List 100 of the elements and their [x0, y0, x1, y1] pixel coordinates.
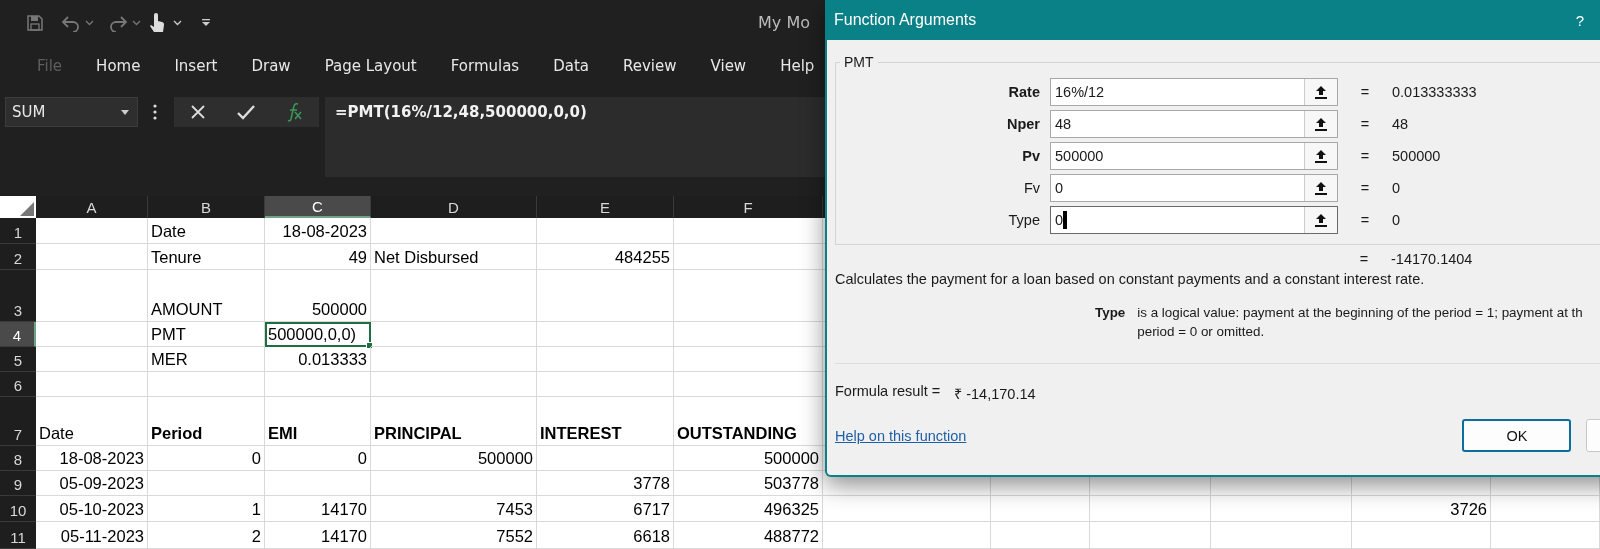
ribbon-tab[interactable]: View	[695, 53, 762, 79]
table-cell[interactable]	[674, 322, 823, 347]
table-cell[interactable]: 05-11-2023	[36, 522, 148, 549]
column-header[interactable]: B	[148, 196, 265, 218]
table-cell[interactable]: 6717	[537, 496, 674, 522]
dialog-button[interactable]: OK	[1462, 419, 1572, 452]
table-cell[interactable]: 484255	[537, 244, 674, 270]
more-icon[interactable]	[153, 104, 157, 120]
table-cell[interactable]: Date	[36, 397, 148, 446]
table-cell[interactable]	[537, 446, 674, 471]
help-button[interactable]: ?	[1575, 11, 1584, 29]
help-link[interactable]: Help on this function	[835, 427, 967, 444]
table-cell[interactable]	[36, 322, 148, 347]
function-icon[interactable]	[285, 102, 304, 122]
table-cell[interactable]	[823, 496, 991, 522]
table-cell[interactable]	[537, 347, 674, 372]
table-cell[interactable]: 500000	[371, 446, 537, 471]
table-cell[interactable]: 7453	[371, 496, 537, 522]
select-all-icon[interactable]	[20, 202, 34, 216]
table-cell[interactable]: 488772	[674, 522, 823, 549]
hand-icon[interactable]	[149, 12, 165, 33]
table-cell[interactable]	[674, 218, 823, 244]
table-cell[interactable]	[1211, 522, 1352, 549]
collapse-button[interactable]	[1304, 79, 1337, 105]
argument-field[interactable]: 500000	[1050, 142, 1338, 170]
table-cell[interactable]	[36, 372, 148, 397]
argument-field[interactable]: 0	[1050, 206, 1338, 234]
ribbon-tab[interactable]: Data	[538, 53, 604, 79]
caret-icon[interactable]	[173, 19, 182, 26]
ribbon-tab[interactable]: Draw	[236, 53, 306, 79]
row-header[interactable]: 1	[0, 218, 36, 244]
table-cell[interactable]: PMT	[148, 322, 265, 347]
ribbon-tab[interactable]: Insert	[159, 53, 233, 79]
table-cell[interactable]	[371, 347, 537, 372]
table-cell[interactable]: AMOUNT	[148, 270, 265, 322]
table-cell[interactable]	[991, 496, 1090, 522]
save-icon[interactable]	[26, 13, 44, 32]
table-cell[interactable]: 05-10-2023	[36, 496, 148, 522]
collapse-button[interactable]	[1304, 175, 1337, 201]
ribbon-tab[interactable]: Formulas	[435, 53, 535, 79]
table-cell[interactable]: 0	[265, 446, 371, 471]
table-cell[interactable]: Net Disbursed	[371, 244, 537, 270]
row-header[interactable]: 11	[0, 522, 36, 549]
table-cell[interactable]	[36, 244, 148, 270]
table-cell[interactable]: 14170	[265, 522, 371, 549]
customize-icon[interactable]	[202, 18, 210, 27]
table-cell[interactable]	[371, 270, 537, 322]
redo-icon[interactable]	[108, 13, 128, 32]
table-cell[interactable]	[265, 372, 371, 397]
table-cell[interactable]: Date	[148, 218, 265, 244]
table-cell[interactable]	[823, 522, 991, 549]
name-box[interactable]: SUM	[5, 97, 138, 127]
row-header[interactable]: 4	[0, 322, 36, 347]
table-cell[interactable]: 2	[148, 522, 265, 549]
check-icon[interactable]	[236, 104, 255, 120]
table-cell[interactable]	[148, 372, 265, 397]
caret-icon[interactable]	[121, 109, 129, 115]
table-cell[interactable]: 05-09-2023	[36, 471, 148, 496]
row-header[interactable]: 10	[0, 496, 36, 522]
table-cell[interactable]	[1491, 496, 1600, 522]
table-cell[interactable]: INTEREST	[537, 397, 674, 446]
table-cell[interactable]	[148, 471, 265, 496]
table-cell[interactable]: 500000	[674, 446, 823, 471]
table-cell[interactable]: 3778	[537, 471, 674, 496]
table-cell[interactable]: 18-08-2023	[36, 446, 148, 471]
table-cell[interactable]	[371, 372, 537, 397]
table-cell[interactable]	[36, 270, 148, 322]
table-cell[interactable]	[537, 270, 674, 322]
table-cell[interactable]: Period	[148, 397, 265, 446]
table-cell[interactable]: 49	[265, 244, 371, 270]
table-cell[interactable]: MER	[148, 347, 265, 372]
row-header[interactable]: 7	[0, 397, 36, 446]
table-cell[interactable]	[1352, 522, 1491, 549]
table-cell[interactable]	[537, 218, 674, 244]
table-cell[interactable]	[36, 347, 148, 372]
table-cell[interactable]: 14170	[265, 496, 371, 522]
table-cell[interactable]: 18-08-2023	[265, 218, 371, 244]
table-cell[interactable]	[1090, 496, 1211, 522]
column-header[interactable]: C	[265, 196, 371, 218]
table-cell[interactable]: 500000	[265, 270, 371, 322]
collapse-button[interactable]	[1304, 143, 1337, 169]
table-cell[interactable]	[265, 471, 371, 496]
table-cell[interactable]	[371, 471, 537, 496]
row-header[interactable]: 9	[0, 471, 36, 496]
column-header[interactable]: A	[36, 196, 148, 218]
table-cell[interactable]: 3726	[1352, 496, 1491, 522]
table-cell[interactable]: EMI	[265, 397, 371, 446]
table-cell[interactable]	[537, 372, 674, 397]
column-header[interactable]: D	[371, 196, 537, 218]
table-cell[interactable]	[371, 322, 537, 347]
table-cell[interactable]	[674, 347, 823, 372]
table-cell[interactable]	[371, 218, 537, 244]
undo-icon[interactable]	[61, 13, 81, 32]
row-header[interactable]: 2	[0, 244, 36, 270]
table-cell[interactable]: 503778	[674, 471, 823, 496]
table-cell[interactable]	[991, 522, 1090, 549]
table-cell[interactable]: OUTSTANDING	[674, 397, 823, 446]
table-cell[interactable]	[674, 270, 823, 322]
table-cell[interactable]: PRINCIPAL	[371, 397, 537, 446]
row-header[interactable]: 6	[0, 372, 36, 397]
